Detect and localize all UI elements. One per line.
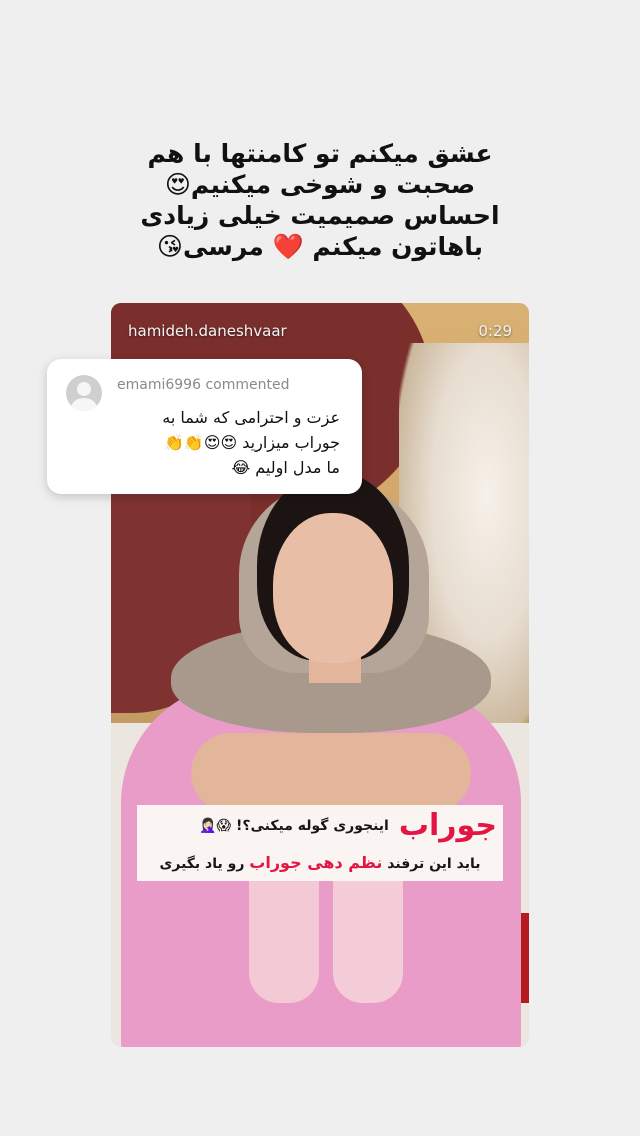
comment-line: عزت و احترامی که شما به [162,408,340,427]
comment-action: commented [205,377,290,393]
comment-header: emami6996 commented [117,377,289,393]
caption-accent: نظم دهی جوراب [249,853,383,872]
presenter-face [273,513,393,663]
headline-line: باهاتون میکنم ❤️ مرسی😘 [156,232,484,261]
headline-line: احساس صمیمیت خیلی زیادی [140,201,500,230]
video-caption: جوراب اینجوری گوله میکنی؟! 😱🤦🏻‍♀️ باید ا… [137,805,503,881]
headline-line: صحبت و شوخی میکنیم😍 [164,170,476,199]
comment-text: عزت و احترامی که شما به جوراب میزارید 😍😍… [90,405,340,480]
caption-text: رو یاد بگیری [159,856,245,872]
video-username[interactable]: hamideh.daneshvaar [128,322,287,340]
comment-line: جوراب میزارید 😍😍👏👏 [163,433,340,452]
caption-text: باید این ترفند [387,856,481,872]
comment-sticker[interactable]: emami6996 commented عزت و احترامی که شما… [47,359,362,494]
video-timer: 0:29 [478,322,512,340]
comment-line: ما مدل اولیم 😂 [231,458,340,477]
comment-username[interactable]: emami6996 [117,377,201,393]
caption-title: جوراب [398,808,497,843]
story-headline: عشق میکنم تو کامنتها با هم صحبت و شوخی م… [40,138,600,262]
caption-line: اینجوری گوله میکنی؟! 😱🤦🏻‍♀️ [199,818,389,834]
headline-line: عشق میکنم تو کامنتها با هم [147,139,493,168]
